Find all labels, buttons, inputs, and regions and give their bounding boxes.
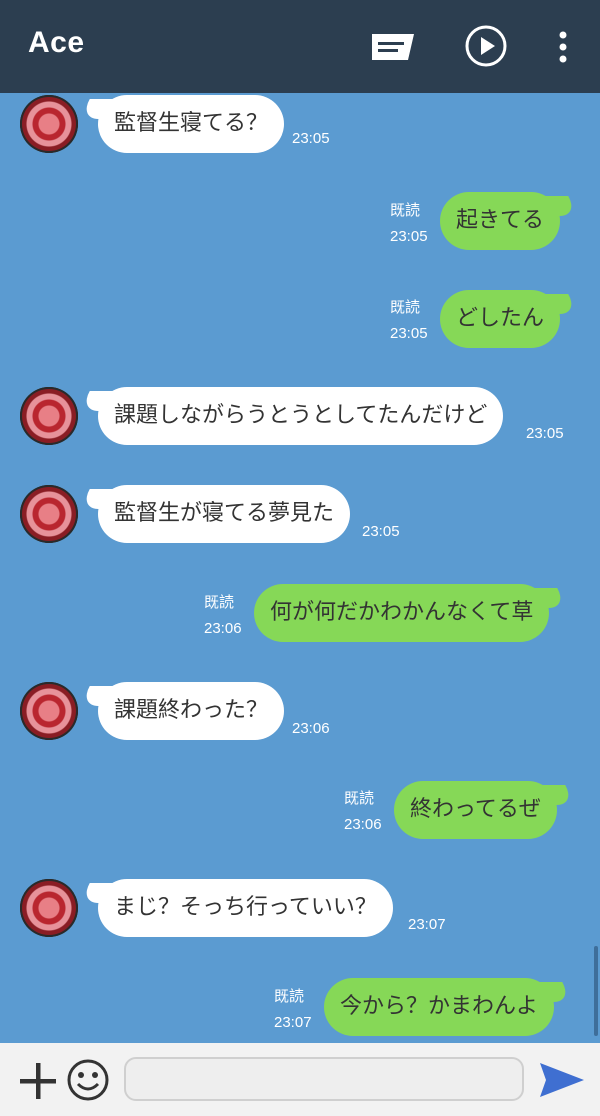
message-bubble[interactable]: 終わってるぜ xyxy=(394,781,557,839)
send-icon[interactable] xyxy=(538,1061,586,1103)
timestamp: 23:07 xyxy=(274,1014,312,1031)
timestamp: 23:05 xyxy=(390,325,428,342)
plus-icon[interactable] xyxy=(18,1061,58,1105)
message-bubble[interactable]: 起きてる xyxy=(440,192,561,250)
scrollbar[interactable] xyxy=(594,946,598,1036)
avatar[interactable] xyxy=(20,682,78,740)
avatar[interactable] xyxy=(20,879,78,937)
message-bubble[interactable]: まじ？そっち行っていい？ xyxy=(98,879,393,937)
play-icon[interactable] xyxy=(464,24,508,72)
message-bubble[interactable]: 課題終わった？ xyxy=(98,682,285,740)
read-receipt: 既読 xyxy=(204,594,235,611)
timestamp: 23:07 xyxy=(408,916,446,933)
read-receipt: 既読 xyxy=(390,299,421,316)
message-input[interactable] xyxy=(124,1057,524,1101)
timestamp: 23:05 xyxy=(526,425,564,442)
timestamp: 23:05 xyxy=(292,130,330,147)
read-receipt: 既読 xyxy=(344,790,375,807)
message-meta: 既読 23:06 xyxy=(204,591,242,637)
message-bubble[interactable]: 何が何だかわかんなくて草 xyxy=(254,584,550,642)
read-receipt: 既読 xyxy=(390,202,421,219)
message-meta: 既読 23:05 xyxy=(390,199,428,245)
message-bubble[interactable]: 監督生が寝てる夢見た xyxy=(98,485,351,543)
timestamp: 23:05 xyxy=(390,228,428,245)
message-bubble[interactable]: どしたん xyxy=(440,290,561,348)
chat-title: Ace xyxy=(28,26,85,59)
input-bar xyxy=(0,1043,600,1116)
message-meta: 既読 23:06 xyxy=(344,787,382,833)
read-receipt: 既読 xyxy=(274,988,305,1005)
chat-header: Ace xyxy=(0,0,600,93)
avatar[interactable] xyxy=(20,387,78,445)
message-bubble[interactable]: 今から？かまわんよ xyxy=(324,978,555,1036)
keep-icon[interactable] xyxy=(370,32,416,66)
message-meta: 既読 23:05 xyxy=(390,296,428,342)
message-bubble[interactable]: 監督生寝てる？ xyxy=(98,95,285,153)
message-meta: 既読 23:07 xyxy=(274,985,312,1031)
avatar[interactable] xyxy=(20,485,78,543)
more-icon[interactable] xyxy=(556,30,570,70)
message-bubble[interactable]: 課題しながらうとうとしてたんだけど xyxy=(98,387,504,445)
avatar[interactable] xyxy=(20,95,78,153)
timestamp: 23:05 xyxy=(362,523,400,540)
timestamp: 23:06 xyxy=(204,620,242,637)
timestamp: 23:06 xyxy=(344,816,382,833)
message-list[interactable]: 監督生寝てる？ 23:05 既読 23:05 起きてる 既読 23:05 どした… xyxy=(0,93,600,1043)
emoji-icon[interactable] xyxy=(66,1058,110,1106)
timestamp: 23:06 xyxy=(292,720,330,737)
